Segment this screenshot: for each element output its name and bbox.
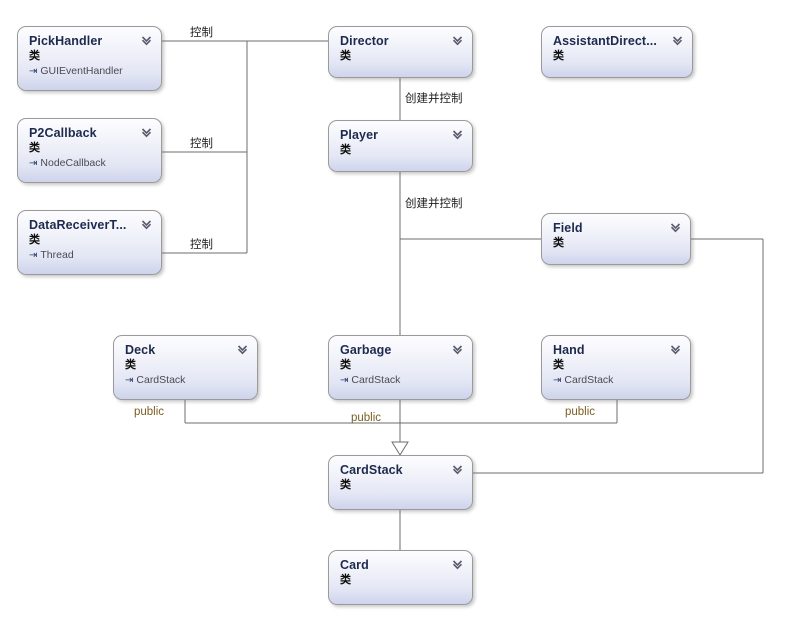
class-name-label: Player <box>340 128 379 142</box>
inheritance-arrow-icon: ⇥ <box>29 158 38 169</box>
class-name-label: Garbage <box>340 343 392 357</box>
class-node-body: Director 类 <box>329 27 472 84</box>
edge-label-public-hand: public <box>565 406 596 418</box>
class-node-body: DataReceiverT... 类 ⇥ Thread <box>18 211 161 281</box>
class-node-field[interactable]: Field 类 <box>541 213 691 265</box>
base-class-label: CardStack <box>136 374 186 386</box>
class-name-label: Field <box>553 221 583 235</box>
inheritance-arrow-icon: ⇥ <box>29 66 38 77</box>
class-stereotype-glyph: 类 <box>29 49 40 62</box>
class-node-pickhandler[interactable]: PickHandler 类 ⇥ GUIEventHandler <box>17 26 162 91</box>
chevron-double-down-icon[interactable] <box>237 344 248 355</box>
base-class-label: GUIEventHandler <box>40 65 123 77</box>
class-stereotype-glyph: 类 <box>340 478 351 491</box>
class-name-label: Hand <box>553 343 585 357</box>
base-class-row: ⇥ GUIEventHandler <box>29 65 152 78</box>
class-node-body: AssistantDirect... 类 <box>542 27 692 84</box>
class-name-label: DataReceiverT... <box>29 218 127 232</box>
class-node-body: Player 类 <box>329 121 472 178</box>
class-stereotype-glyph: 类 <box>553 49 564 62</box>
base-class-row: ⇥ NodeCallback <box>29 157 152 170</box>
class-name-label: Card <box>340 558 369 572</box>
class-stereotype-glyph: 类 <box>340 573 351 586</box>
edge-label-create-and-control-director: 创建并控制 <box>405 91 463 105</box>
base-class-label: CardStack <box>564 374 614 386</box>
class-node-datareceiver[interactable]: DataReceiverT... 类 ⇥ Thread <box>17 210 162 275</box>
inheritance-arrow-icon: ⇥ <box>340 375 349 386</box>
class-node-director[interactable]: Director 类 <box>328 26 473 78</box>
chevron-double-down-icon[interactable] <box>141 219 152 230</box>
inheritance-arrow-icon: ⇥ <box>125 375 134 386</box>
chevron-double-down-icon[interactable] <box>141 127 152 138</box>
chevron-double-down-icon[interactable] <box>452 344 463 355</box>
class-node-body: Card 类 <box>329 551 472 611</box>
class-stereotype-glyph: 类 <box>553 358 564 371</box>
class-node-body: Garbage 类 ⇥ CardStack <box>329 336 472 406</box>
class-name-label: CardStack <box>340 463 403 477</box>
class-stereotype-glyph: 类 <box>340 49 351 62</box>
base-class-label: Thread <box>40 249 74 261</box>
class-node-body: CardStack 类 <box>329 456 472 516</box>
class-name-label: PickHandler <box>29 34 103 48</box>
chevron-double-down-icon[interactable] <box>670 222 681 233</box>
class-node-player[interactable]: Player 类 <box>328 120 473 172</box>
base-class-row: ⇥ CardStack <box>553 374 681 387</box>
class-name-label: Director <box>340 34 389 48</box>
inheritance-arrow-icon: ⇥ <box>553 375 562 386</box>
base-class-label: CardStack <box>351 374 401 386</box>
class-diagram-canvas: 控制 控制 控制 创建并控制 创建并控制 public public publi… <box>0 0 785 623</box>
edge-label-control-pickhandler: 控制 <box>190 25 213 39</box>
base-class-row: ⇥ Thread <box>29 249 152 262</box>
class-node-hand[interactable]: Hand 类 ⇥ CardStack <box>541 335 691 400</box>
chevron-double-down-icon[interactable] <box>452 129 463 140</box>
class-node-body: Deck 类 ⇥ CardStack <box>114 336 257 406</box>
class-node-cardstack[interactable]: CardStack 类 <box>328 455 473 510</box>
class-node-p2callback[interactable]: P2Callback 类 ⇥ NodeCallback <box>17 118 162 183</box>
class-node-body: Field 类 <box>542 214 690 271</box>
class-stereotype-glyph: 类 <box>29 233 40 246</box>
chevron-double-down-icon[interactable] <box>141 35 152 46</box>
class-stereotype-glyph: 类 <box>340 358 351 371</box>
chevron-double-down-icon[interactable] <box>452 464 463 475</box>
edge-label-control-datareceiver: 控制 <box>190 237 213 251</box>
class-stereotype-glyph: 类 <box>340 143 351 156</box>
edge-label-control-p2callback: 控制 <box>190 136 213 150</box>
class-node-body: P2Callback 类 ⇥ NodeCallback <box>18 119 161 189</box>
base-class-row: ⇥ CardStack <box>125 374 248 387</box>
class-stereotype-glyph: 类 <box>29 141 40 154</box>
class-node-body: Hand 类 ⇥ CardStack <box>542 336 690 406</box>
class-name-label: AssistantDirect... <box>553 34 657 48</box>
class-node-deck[interactable]: Deck 类 ⇥ CardStack <box>113 335 258 400</box>
class-node-garbage[interactable]: Garbage 类 ⇥ CardStack <box>328 335 473 400</box>
class-node-card[interactable]: Card 类 <box>328 550 473 605</box>
chevron-double-down-icon[interactable] <box>452 559 463 570</box>
class-name-label: Deck <box>125 343 156 357</box>
class-stereotype-glyph: 类 <box>125 358 136 371</box>
chevron-double-down-icon[interactable] <box>672 35 683 46</box>
class-name-label: P2Callback <box>29 126 97 140</box>
class-stereotype-glyph: 类 <box>553 236 564 249</box>
edge-label-create-and-control-player: 创建并控制 <box>405 196 463 210</box>
chevron-double-down-icon[interactable] <box>670 344 681 355</box>
chevron-double-down-icon[interactable] <box>452 35 463 46</box>
inheritance-arrow-icon: ⇥ <box>29 250 38 261</box>
class-node-body: PickHandler 类 ⇥ GUIEventHandler <box>18 27 161 97</box>
edge-label-public-deck: public <box>134 406 165 418</box>
class-node-assistant[interactable]: AssistantDirect... 类 <box>541 26 693 78</box>
base-class-row: ⇥ CardStack <box>340 374 463 387</box>
generalization-arrowhead <box>391 441 409 456</box>
edge-label-public-garbage: public <box>351 412 382 424</box>
base-class-label: NodeCallback <box>40 157 106 169</box>
